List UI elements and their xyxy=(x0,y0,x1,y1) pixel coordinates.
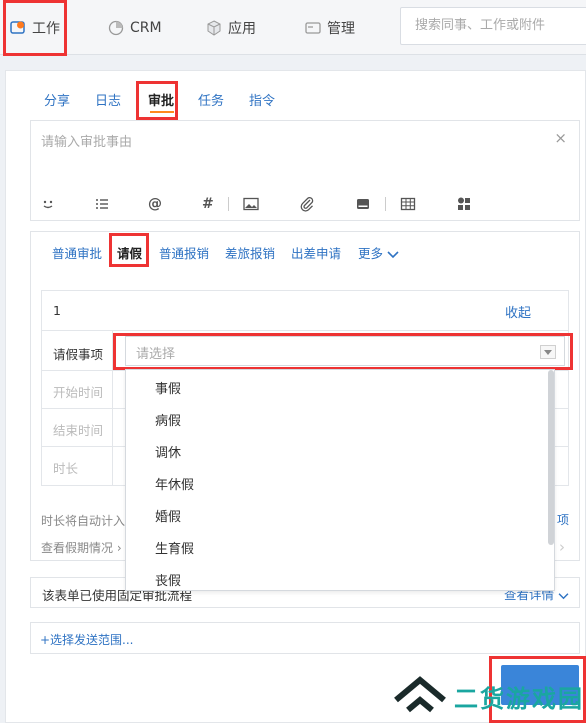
nav-crm[interactable]: CRM xyxy=(108,0,162,55)
hint-right-link[interactable]: 项 xyxy=(557,511,569,528)
work-bubble-icon xyxy=(10,20,26,36)
cube-icon xyxy=(206,19,222,36)
label-column-divider xyxy=(112,330,113,486)
hashtag-icon[interactable]: # xyxy=(202,196,214,212)
nav-crm-label: CRM xyxy=(130,19,162,36)
tab-travel-reimburse[interactable]: 差旅报销 xyxy=(225,243,275,262)
start-time-label: 开始时间 xyxy=(53,385,104,400)
dropdown-option[interactable]: 调休 xyxy=(155,442,181,461)
tab-general-reimburse[interactable]: 普通报销 xyxy=(159,243,209,262)
list-icon[interactable] xyxy=(94,196,110,212)
dropdown-option[interactable]: 年休假 xyxy=(155,474,194,493)
tab-leave[interactable]: 请假 xyxy=(117,243,142,262)
duration-hint: 时长将自动计入 xyxy=(41,514,126,528)
tab-task[interactable]: 任务 xyxy=(198,90,224,109)
drive-icon[interactable] xyxy=(355,196,371,212)
dropdown-option[interactable]: 事假 xyxy=(155,378,181,397)
nav-work-label: 工作 xyxy=(32,20,60,37)
table-icon[interactable] xyxy=(400,196,416,212)
leave-type-select[interactable]: 请选择 xyxy=(125,336,565,366)
image-icon[interactable] xyxy=(243,196,259,212)
dropdown-arrow-icon[interactable] xyxy=(540,345,556,359)
tab-share[interactable]: 分享 xyxy=(44,90,70,109)
chevron-down-icon xyxy=(387,251,399,259)
nav-apps[interactable]: 应用 xyxy=(206,0,256,55)
nav-manage-label: 管理 xyxy=(327,20,355,37)
nav-work[interactable]: 工作 xyxy=(10,0,60,55)
end-time-label: 结束时间 xyxy=(53,423,104,438)
watermark-text: 二货游戏园 xyxy=(454,684,584,713)
dropdown-option[interactable]: 婚假 xyxy=(155,506,181,525)
more-label: 更多 xyxy=(358,246,384,261)
toolbar-spacer xyxy=(273,197,285,211)
toolbar-spacer xyxy=(430,197,442,211)
toolbar-spacer xyxy=(176,197,188,211)
dropdown-option[interactable]: 病假 xyxy=(155,410,181,429)
send-scope-box[interactable]: +选择发送范围... xyxy=(30,622,580,654)
tab-general-approval[interactable]: 普通审批 xyxy=(52,243,102,262)
card-icon xyxy=(305,20,321,36)
dropdown-option[interactable]: 生育假 xyxy=(155,538,194,557)
nav-manage[interactable]: 管理 xyxy=(305,0,355,55)
search-input[interactable]: 搜索同事、工作或附件 xyxy=(400,7,586,45)
tab-business-trip[interactable]: 出差申请 xyxy=(291,243,341,262)
leave-type-dropdown: 事假 病假 调休 年休假 婚假 生育假 丧假 xyxy=(125,369,555,591)
close-icon[interactable]: × xyxy=(554,129,567,147)
composer-toolbar: @ # xyxy=(40,195,472,213)
send-scope-link[interactable]: +选择发送范围... xyxy=(40,631,134,648)
leave-type-label: 请假事项 xyxy=(53,347,104,362)
form-index: 1 xyxy=(53,303,61,318)
dropdown-option[interactable]: 丧假 xyxy=(155,570,181,589)
toolbar-divider xyxy=(227,197,229,211)
toolbar-divider xyxy=(384,197,386,211)
watermark-logo-icon xyxy=(394,676,446,713)
view-leave-link[interactable]: 查看假期情况 › xyxy=(41,539,122,556)
select-placeholder: 请选择 xyxy=(136,347,176,362)
chevron-down-icon xyxy=(558,592,569,599)
shapes-icon[interactable] xyxy=(456,196,472,212)
chevron-right-icon[interactable]: › xyxy=(559,538,565,556)
toolbar-spacer xyxy=(329,197,341,211)
duration-label: 时长 xyxy=(53,461,79,476)
view-leave-label: 查看假期情况 xyxy=(41,541,114,555)
reason-placeholder: 请输入审批事由 xyxy=(41,135,133,150)
dropdown-scrollbar[interactable] xyxy=(548,370,554,545)
toolbar-spacer xyxy=(124,197,134,211)
tab-command[interactable]: 指令 xyxy=(249,90,275,109)
tab-more[interactable]: 更多 xyxy=(358,243,399,262)
collapse-link[interactable]: 收起 xyxy=(505,302,531,321)
watermark: 二货游戏园 xyxy=(394,676,584,716)
top-navigation: 工作 CRM 应用 管理 搜索同事、工作或附件 xyxy=(0,0,586,55)
emoji-icon[interactable] xyxy=(40,196,56,212)
active-tab-underline xyxy=(150,111,174,113)
attachment-icon[interactable] xyxy=(299,196,315,212)
tab-log[interactable]: 日志 xyxy=(95,90,121,109)
pie-icon xyxy=(108,20,124,36)
row-divider xyxy=(41,330,569,331)
toolbar-spacer xyxy=(70,197,80,211)
nav-apps-label: 应用 xyxy=(228,20,256,37)
mention-icon[interactable]: @ xyxy=(148,196,162,212)
tab-approval[interactable]: 审批 xyxy=(148,90,174,109)
